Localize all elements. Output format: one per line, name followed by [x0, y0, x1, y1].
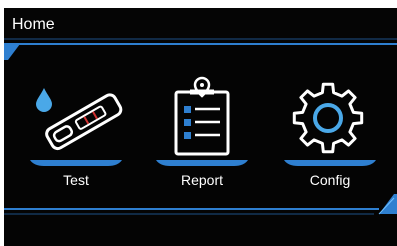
config-button[interactable]: Config: [280, 76, 380, 196]
device-screen: Home Test Report Config: [4, 8, 397, 246]
test-label: Test: [63, 172, 89, 188]
test-strip-icon: [36, 88, 123, 151]
report-stand: [156, 160, 248, 166]
clipboard-report-icon: [174, 76, 230, 156]
report-button[interactable]: Report: [152, 76, 252, 196]
drop-icon: [36, 88, 52, 112]
report-label: Report: [180, 172, 224, 188]
test-button[interactable]: Test: [26, 76, 126, 196]
top-left-corner-accent: [4, 44, 20, 60]
config-stand: [284, 160, 376, 166]
gear-icon: [292, 82, 364, 154]
config-label: Config: [309, 172, 351, 188]
test-stand: [30, 160, 122, 166]
